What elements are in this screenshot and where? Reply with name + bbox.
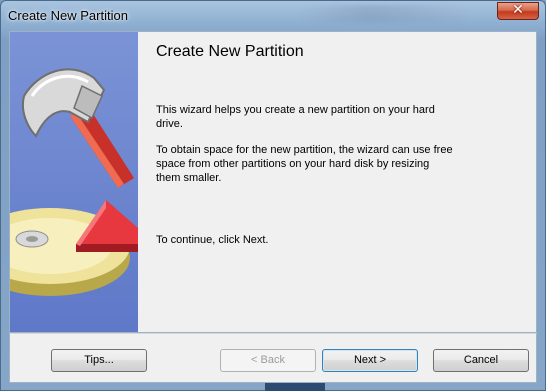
cancel-button[interactable]: Cancel: [433, 349, 529, 372]
back-button[interactable]: < Back: [220, 349, 316, 372]
description-text: To obtain space for the new partition, t…: [156, 144, 453, 184]
next-button[interactable]: Next >: [322, 349, 418, 372]
close-button[interactable]: ✕: [497, 2, 539, 20]
button-bar: Tips... < Back Next > Cancel: [9, 333, 537, 383]
wizard-window: Create New Partition ✕ Create New Partit…: [0, 0, 546, 391]
intro-text: This wizard helps you create a new parti…: [156, 104, 435, 130]
title-bar[interactable]: Create New Partition ✕: [1, 1, 545, 31]
close-icon: ✕: [512, 2, 524, 18]
title-bar-glass: [301, 5, 471, 23]
wizard-content: Create New Partition This wizard helps y…: [156, 32, 526, 332]
wizard-banner: [10, 32, 138, 332]
taskbar-fragment: [265, 383, 325, 391]
banner-illustration: [10, 68, 138, 296]
tips-button[interactable]: Tips...: [51, 349, 147, 372]
window-title: Create New Partition: [8, 8, 128, 23]
page-title: Create New Partition: [156, 43, 304, 60]
hammer-icon: [22, 68, 134, 188]
wizard-client-area: Create New Partition This wizard helps y…: [9, 31, 537, 333]
continue-text: To continue, click Next.: [156, 234, 269, 246]
